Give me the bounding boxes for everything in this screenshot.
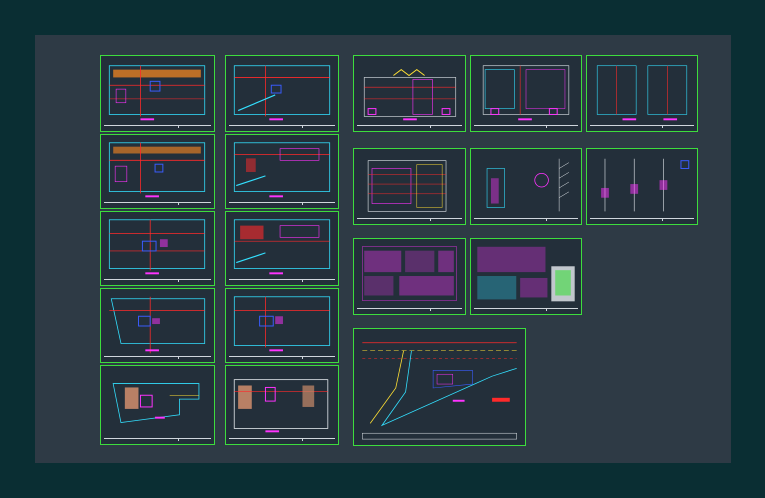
floor-plan-1-drawing (108, 65, 206, 121)
title-block (474, 125, 578, 129)
sheet-detail-2[interactable] (586, 148, 698, 225)
title-block (590, 218, 694, 222)
sheet-furniture-1[interactable] (353, 238, 466, 315)
floor-plan-7-drawing (233, 219, 331, 275)
furniture-2-drawing (477, 246, 575, 302)
title-block (229, 202, 335, 206)
sheet-floor-plan-2[interactable] (100, 134, 215, 209)
sheet-floor-plan-1[interactable] (100, 55, 215, 132)
sheet-site-plan-large[interactable] (353, 328, 526, 446)
floor-plan-5-drawing (233, 65, 331, 121)
site-plan-small-drawing (112, 383, 200, 423)
title-block (229, 125, 335, 129)
elevation-2-drawing (482, 65, 570, 121)
title-block (104, 356, 211, 360)
title-block (104, 202, 211, 206)
title-block (357, 308, 462, 312)
sheet-elevation-3[interactable] (586, 55, 698, 132)
sheet-floor-plan-6[interactable] (225, 134, 339, 209)
title-block (229, 279, 335, 283)
site-plan-large-drawing (362, 342, 517, 440)
sheet-floor-plan-5[interactable] (225, 55, 339, 132)
furniture-1-drawing (362, 246, 457, 301)
sheet-floor-plan-3[interactable] (100, 211, 215, 286)
floor-plan-6-drawing (233, 142, 331, 198)
title-block (590, 125, 694, 129)
sheet-floor-plan-7[interactable] (225, 211, 339, 286)
sheet-floor-plan-8[interactable] (225, 288, 339, 363)
title-block (104, 125, 211, 129)
floor-plan-2-drawing (108, 142, 206, 198)
floor-plan-9-drawing (233, 379, 329, 433)
drawing-canvas[interactable] (35, 35, 731, 463)
section-1-drawing (367, 160, 447, 212)
title-block (104, 438, 211, 442)
floor-plan-8-drawing (233, 296, 331, 352)
sheet-detail-1[interactable] (470, 148, 582, 225)
sheet-section-1[interactable] (353, 148, 466, 225)
sheet-furniture-2[interactable] (470, 238, 582, 315)
sheet-site-plan-small[interactable] (100, 365, 215, 445)
title-block (357, 218, 462, 222)
title-block (104, 279, 211, 283)
elevation-3-drawing (596, 65, 688, 121)
detail-1-drawing (486, 158, 569, 212)
floor-plan-3-drawing (108, 219, 206, 275)
sheet-elevation-2[interactable] (470, 55, 582, 132)
sheet-floor-plan-9[interactable] (225, 365, 339, 445)
title-block (229, 438, 335, 442)
title-block (474, 218, 578, 222)
floor-plan-4-drawing (109, 296, 206, 354)
elevation-1-drawing (363, 69, 457, 121)
title-block (474, 308, 578, 312)
sheet-elevation-1[interactable] (353, 55, 466, 132)
title-block (357, 125, 462, 129)
title-block (229, 356, 335, 360)
sheet-floor-plan-4[interactable] (100, 288, 215, 363)
detail-2-drawing (601, 158, 690, 212)
